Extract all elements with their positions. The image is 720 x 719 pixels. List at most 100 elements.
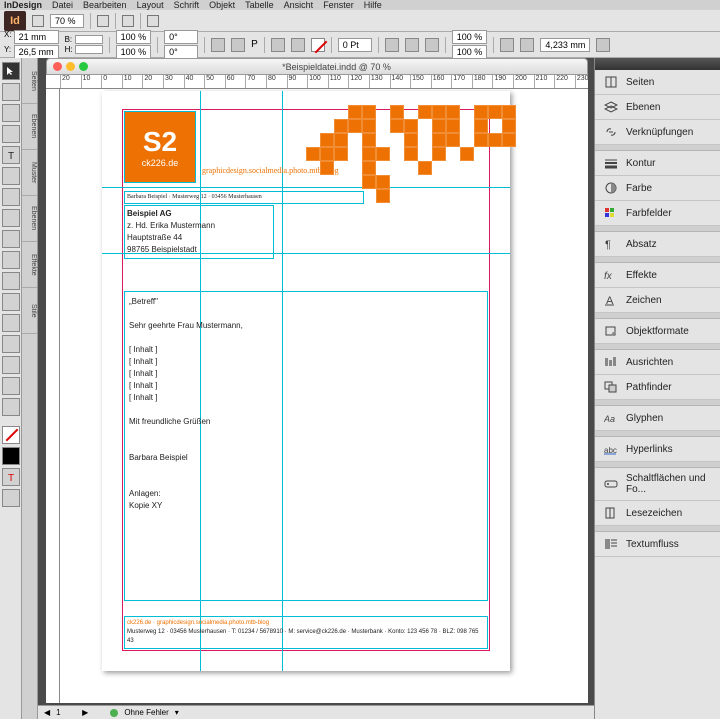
direct-selection-tool[interactable]: [2, 83, 20, 101]
close-button[interactable]: [53, 62, 62, 71]
flip-v-icon[interactable]: [231, 38, 245, 52]
sender-frame[interactable]: Barbara Beispiel · Musterweg 12 · 03456 …: [124, 191, 364, 204]
menu-hilfe[interactable]: Hilfe: [364, 0, 382, 10]
strip-tab[interactable]: Ebenen: [22, 196, 37, 242]
type-tool[interactable]: T: [2, 146, 20, 164]
panel-links[interactable]: Verknüpfungen: [595, 120, 720, 145]
fit-icon-2[interactable]: [520, 38, 534, 52]
flip-h-icon[interactable]: [211, 38, 225, 52]
dropdown-icon[interactable]: ▾: [175, 708, 179, 717]
free-transform-tool[interactable]: [2, 293, 20, 311]
panel-path[interactable]: Pathfinder: [595, 375, 720, 400]
scissors-tool[interactable]: [2, 272, 20, 290]
bridge-icon[interactable]: [32, 15, 44, 27]
panel-para[interactable]: ¶Absatz: [595, 232, 720, 257]
page-tool[interactable]: [2, 104, 20, 122]
panel-book[interactable]: Lesezeichen: [595, 501, 720, 526]
body-frame[interactable]: „Betreff" Sehr geehrte Frau Mustermann, …: [124, 291, 488, 601]
measure-input[interactable]: 4,233 mm: [540, 38, 590, 52]
preflight-status[interactable]: Ohne Fehler: [124, 708, 168, 717]
panel-stroke[interactable]: Kontur: [595, 151, 720, 176]
address-frame[interactable]: Beispiel AG z. Hd. Erika Mustermann Haup…: [124, 205, 274, 259]
page-next-icon[interactable]: ▶: [82, 708, 88, 717]
eyedropper-tool[interactable]: [2, 356, 20, 374]
panel-layers[interactable]: Ebenen: [595, 95, 720, 120]
panel-fx[interactable]: fxEffekte: [595, 263, 720, 288]
strip-tab[interactable]: Seiten: [22, 58, 37, 104]
page-prev-icon[interactable]: ◀: [44, 708, 50, 717]
panel-button[interactable]: Schaltflächen und Fo...: [595, 468, 720, 501]
panel-glyph[interactable]: AaGlyphen: [595, 406, 720, 431]
panel-align[interactable]: Ausrichten: [595, 350, 720, 375]
hand-tool[interactable]: [2, 377, 20, 395]
menu-tabelle[interactable]: Tabelle: [245, 0, 274, 10]
pen-tool[interactable]: [2, 188, 20, 206]
menu-datei[interactable]: Datei: [52, 0, 73, 10]
dock-header[interactable]: [595, 58, 720, 70]
panel-char[interactable]: AZeichen: [595, 288, 720, 313]
zoom-button[interactable]: [79, 62, 88, 71]
panel-pages[interactable]: Seiten: [595, 70, 720, 95]
logo-frame[interactable]: S2 ck226.de: [124, 111, 196, 183]
panel-swatches[interactable]: Farbfelder: [595, 201, 720, 226]
zoom-tool[interactable]: [2, 398, 20, 416]
menu-ansicht[interactable]: Ansicht: [284, 0, 314, 10]
info-icon[interactable]: [596, 38, 610, 52]
menu-schrift[interactable]: Schrift: [174, 0, 200, 10]
rectangle-frame-tool[interactable]: [2, 230, 20, 248]
minimize-button[interactable]: [66, 62, 75, 71]
stroke-weight-input[interactable]: 0 Pt: [338, 38, 372, 52]
strip-tab[interactable]: Ebenen: [22, 104, 37, 150]
page-number-field[interactable]: 1: [56, 708, 76, 717]
fill-none-icon[interactable]: [311, 38, 325, 52]
footer-frame[interactable]: ck226.de · graphicdesign.socialmedia.pho…: [124, 616, 488, 649]
wrap-icon[interactable]: [425, 38, 439, 52]
scale-x-input[interactable]: 100 %: [116, 30, 152, 44]
screen-mode-tool[interactable]: [2, 489, 20, 507]
strip-tab[interactable]: Muster: [22, 150, 37, 196]
scale-y-input[interactable]: 100 %: [116, 45, 152, 59]
scale-y2-input[interactable]: 100 %: [452, 45, 488, 59]
gap-tool[interactable]: [2, 125, 20, 143]
ruler-horizontal[interactable]: 2010010203040506070809010011012013014015…: [46, 75, 588, 89]
format-text-icon[interactable]: T: [2, 468, 20, 486]
effects-icon[interactable]: [405, 38, 419, 52]
fit-icon[interactable]: [500, 38, 514, 52]
strip-tab[interactable]: Stile: [22, 288, 37, 334]
ruler-vertical[interactable]: [46, 89, 60, 703]
arrange-icon[interactable]: [147, 15, 159, 27]
page[interactable]: S2 ck226.de graphicdesign.socialmedia.ph…: [102, 91, 510, 671]
h-input[interactable]: [75, 45, 103, 54]
y-input[interactable]: 26,5 mm: [14, 45, 59, 59]
scale-x2-input[interactable]: 100 %: [452, 30, 488, 44]
panel-color[interactable]: Farbe: [595, 176, 720, 201]
selection-tool[interactable]: [2, 62, 20, 80]
select-container-icon[interactable]: [271, 38, 285, 52]
shear-input[interactable]: 0°: [164, 45, 198, 59]
menu-fenster[interactable]: Fenster: [323, 0, 354, 10]
menu-layout[interactable]: Layout: [137, 0, 164, 10]
screen-mode-icon[interactable]: [122, 15, 134, 27]
canvas[interactable]: S2 ck226.de graphicdesign.socialmedia.ph…: [60, 89, 588, 703]
select-content-icon[interactable]: [291, 38, 305, 52]
gradient-tool[interactable]: [2, 314, 20, 332]
fill-stroke-swap[interactable]: [2, 426, 20, 444]
zoom-field[interactable]: 70 %: [50, 14, 84, 28]
panel-objstyle[interactable]: Objektformate: [595, 319, 720, 344]
apply-color[interactable]: [2, 447, 20, 465]
note-tool[interactable]: [2, 335, 20, 353]
pencil-tool[interactable]: [2, 209, 20, 227]
view-dropdown-icon[interactable]: [97, 15, 109, 27]
menu-indesign[interactable]: InDesign: [4, 0, 42, 10]
line-tool[interactable]: [2, 167, 20, 185]
panel-wrap[interactable]: Textumfluss: [595, 532, 720, 557]
strip-tab[interactable]: Effekte: [22, 242, 37, 288]
x-input[interactable]: 21 mm: [14, 30, 59, 44]
menu-bearbeiten[interactable]: Bearbeiten: [83, 0, 127, 10]
rectangle-tool[interactable]: [2, 251, 20, 269]
rotate-input[interactable]: 0°: [164, 30, 198, 44]
corner-icon[interactable]: [385, 38, 399, 52]
w-input[interactable]: [75, 35, 103, 44]
menu-objekt[interactable]: Objekt: [209, 0, 235, 10]
panel-hyper[interactable]: abcHyperlinks: [595, 437, 720, 462]
